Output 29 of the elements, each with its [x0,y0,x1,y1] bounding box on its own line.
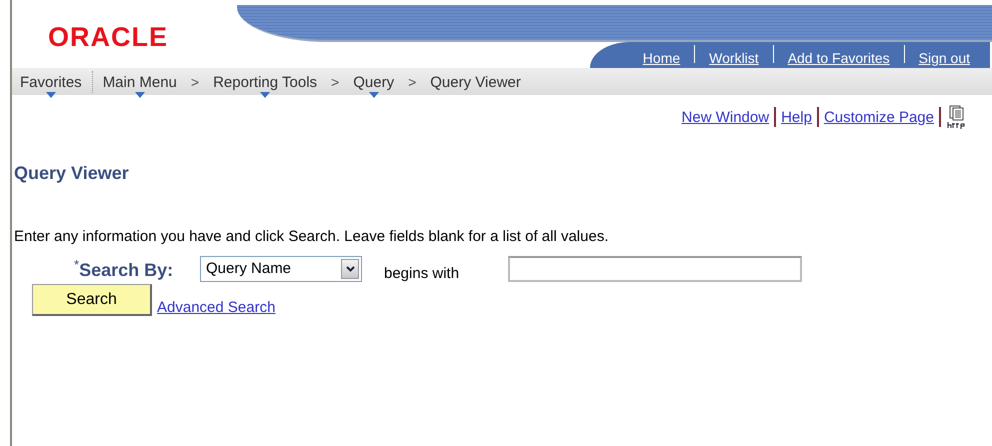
logo: ORACLE [48,22,168,53]
breadcrumb-link[interactable]: Query [351,68,396,95]
header-link[interactable]: Add to Favorites [774,50,904,66]
breadcrumb-link[interactable]: Reporting Tools [211,68,320,95]
caret-icon [134,92,145,98]
advanced-search-link[interactable]: Advanced Search [157,299,276,316]
page-link[interactable]: Customize Page [824,108,934,126]
header-link[interactable]: Worklist [695,50,773,66]
search-button[interactable]: Search [32,284,152,316]
breadcrumb-separator: > [190,74,200,90]
breadcrumb-separator: > [330,74,340,90]
header-link[interactable]: Sign out [904,50,984,66]
search-by-label: $^{*}$Search By: [74,256,174,280]
breadcrumb-link[interactable]: Query Viewer [428,68,523,95]
caret-icon [260,92,270,98]
page-title: Query Viewer [14,163,130,184]
operator-label: begins with [384,265,460,282]
caret-icon [368,92,379,98]
breadcrumb-link[interactable]: Main Menu [100,68,179,95]
header-link[interactable]: Home [628,50,694,66]
chevron-down-icon [346,266,354,272]
search-input-field[interactable] [508,256,802,282]
instructions: Enter any information you have and click Search. Leave fields blank for a list of all values. [14,228,610,245]
breadcrumb-separator: > [407,74,418,90]
page-link[interactable]: Help [781,108,812,126]
search-by-dropdown[interactable]: Query Name [200,256,362,282]
caret-icon [46,92,56,98]
favorites-menu[interactable]: Favorites [18,68,84,95]
page-link[interactable]: New Window [682,108,770,126]
